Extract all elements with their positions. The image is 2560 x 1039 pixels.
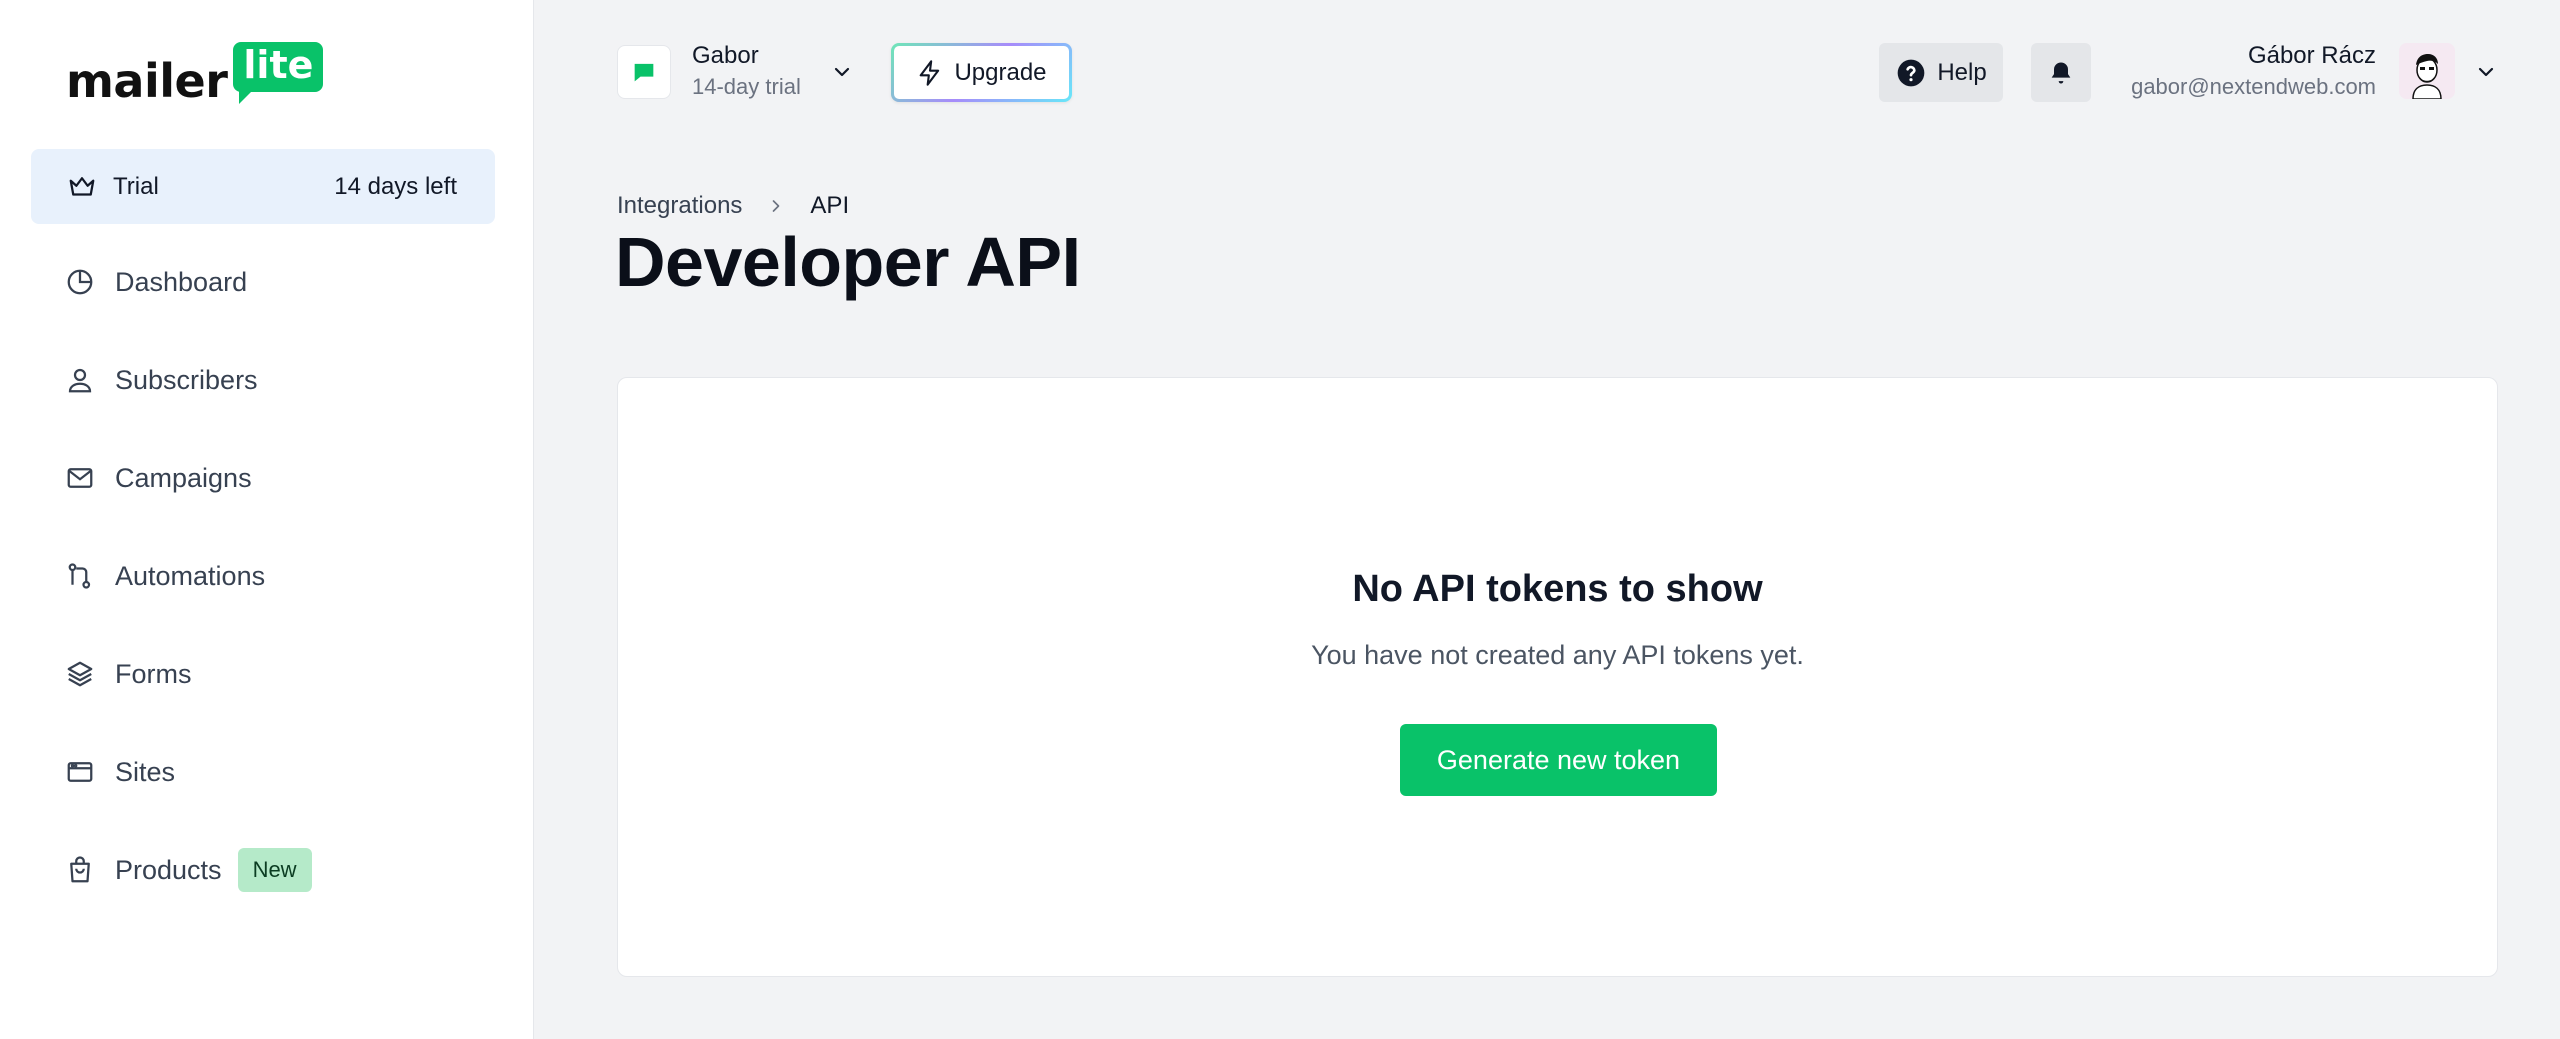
crown-icon <box>69 176 95 196</box>
empty-state-title: No API tokens to show <box>1352 568 1763 610</box>
bell-icon <box>2051 62 2071 83</box>
sidebar-item-dashboard[interactable]: Dashboard <box>31 246 495 318</box>
sidebar-item-label: Subscribers <box>115 364 258 395</box>
user-email: gabor@nextendweb.com <box>2131 74 2376 99</box>
page-title: Developer API <box>615 223 1081 301</box>
pie-chart-icon <box>67 269 93 295</box>
breadcrumb: Integrations API <box>617 192 849 220</box>
question-circle-icon <box>1897 59 1925 86</box>
breadcrumb-current: API <box>810 192 850 219</box>
user-name[interactable]: Gábor Rácz <box>2248 42 2376 70</box>
sidebar-item-sites[interactable]: Sites <box>31 736 495 808</box>
chat-bubble-icon <box>634 63 654 82</box>
upgrade-button[interactable]: Upgrade <box>891 43 1072 102</box>
sidebar-item-label: Sites <box>115 756 176 787</box>
upgrade-label: Upgrade <box>954 58 1047 86</box>
logo-bubble: lite <box>233 42 324 104</box>
sidebar-item-label: Forms <box>115 658 192 689</box>
workflow-icon <box>68 563 91 589</box>
new-badge: New <box>237 848 312 892</box>
sidebar-item-label: Campaigns <box>115 462 252 493</box>
notifications-button[interactable] <box>2031 43 2091 102</box>
shopping-bag-icon <box>70 856 90 883</box>
workspace-avatar[interactable] <box>617 45 671 99</box>
envelope-icon <box>67 468 93 488</box>
sidebar-item-label: Dashboard <box>115 266 248 297</box>
user-avatar[interactable] <box>2399 43 2455 99</box>
mailerlite-logo[interactable]: mailer lite <box>66 42 324 108</box>
help-label: Help <box>1937 58 1987 86</box>
browser-icon <box>67 762 93 782</box>
sidebar-item-label: Products <box>115 854 222 885</box>
lightning-icon <box>920 59 940 86</box>
layers-icon <box>67 661 93 687</box>
avatar-illustration <box>2399 43 2455 99</box>
sidebar-item-label: Automations <box>115 560 266 591</box>
sidebar-item-subscribers[interactable]: Subscribers <box>31 344 495 416</box>
chevron-down-icon[interactable] <box>830 60 854 84</box>
sidebar-item-products[interactable]: Products New <box>31 834 495 906</box>
generate-token-button[interactable]: Generate new token <box>1400 724 1717 796</box>
workspace-plan: 14-day trial <box>692 74 801 99</box>
sidebar-item-campaigns[interactable]: Campaigns <box>31 442 495 514</box>
workspace-name[interactable]: Gabor <box>692 42 759 70</box>
breadcrumb-integrations[interactable]: Integrations <box>617 192 742 220</box>
sidebar-item-automations[interactable]: Automations <box>31 540 495 612</box>
user-icon <box>68 368 92 393</box>
chevron-down-icon[interactable] <box>2474 60 2498 84</box>
api-tokens-card: No API tokens to show You have not creat… <box>617 377 2498 977</box>
trial-label: Trial <box>113 172 159 200</box>
help-button[interactable]: Help <box>1879 43 2003 102</box>
trial-days-left: 14 days left <box>334 172 457 200</box>
chevron-right-icon <box>766 196 786 216</box>
sidebar-item-forms[interactable]: Forms <box>31 638 495 710</box>
logo-word: mailer <box>66 54 228 108</box>
trial-banner[interactable]: Trial 14 days left <box>31 149 495 224</box>
sidebar: mailer lite Trial 14 days left Dashboard… <box>0 0 534 1039</box>
empty-state-subtitle: You have not created any API tokens yet. <box>1311 640 1804 670</box>
